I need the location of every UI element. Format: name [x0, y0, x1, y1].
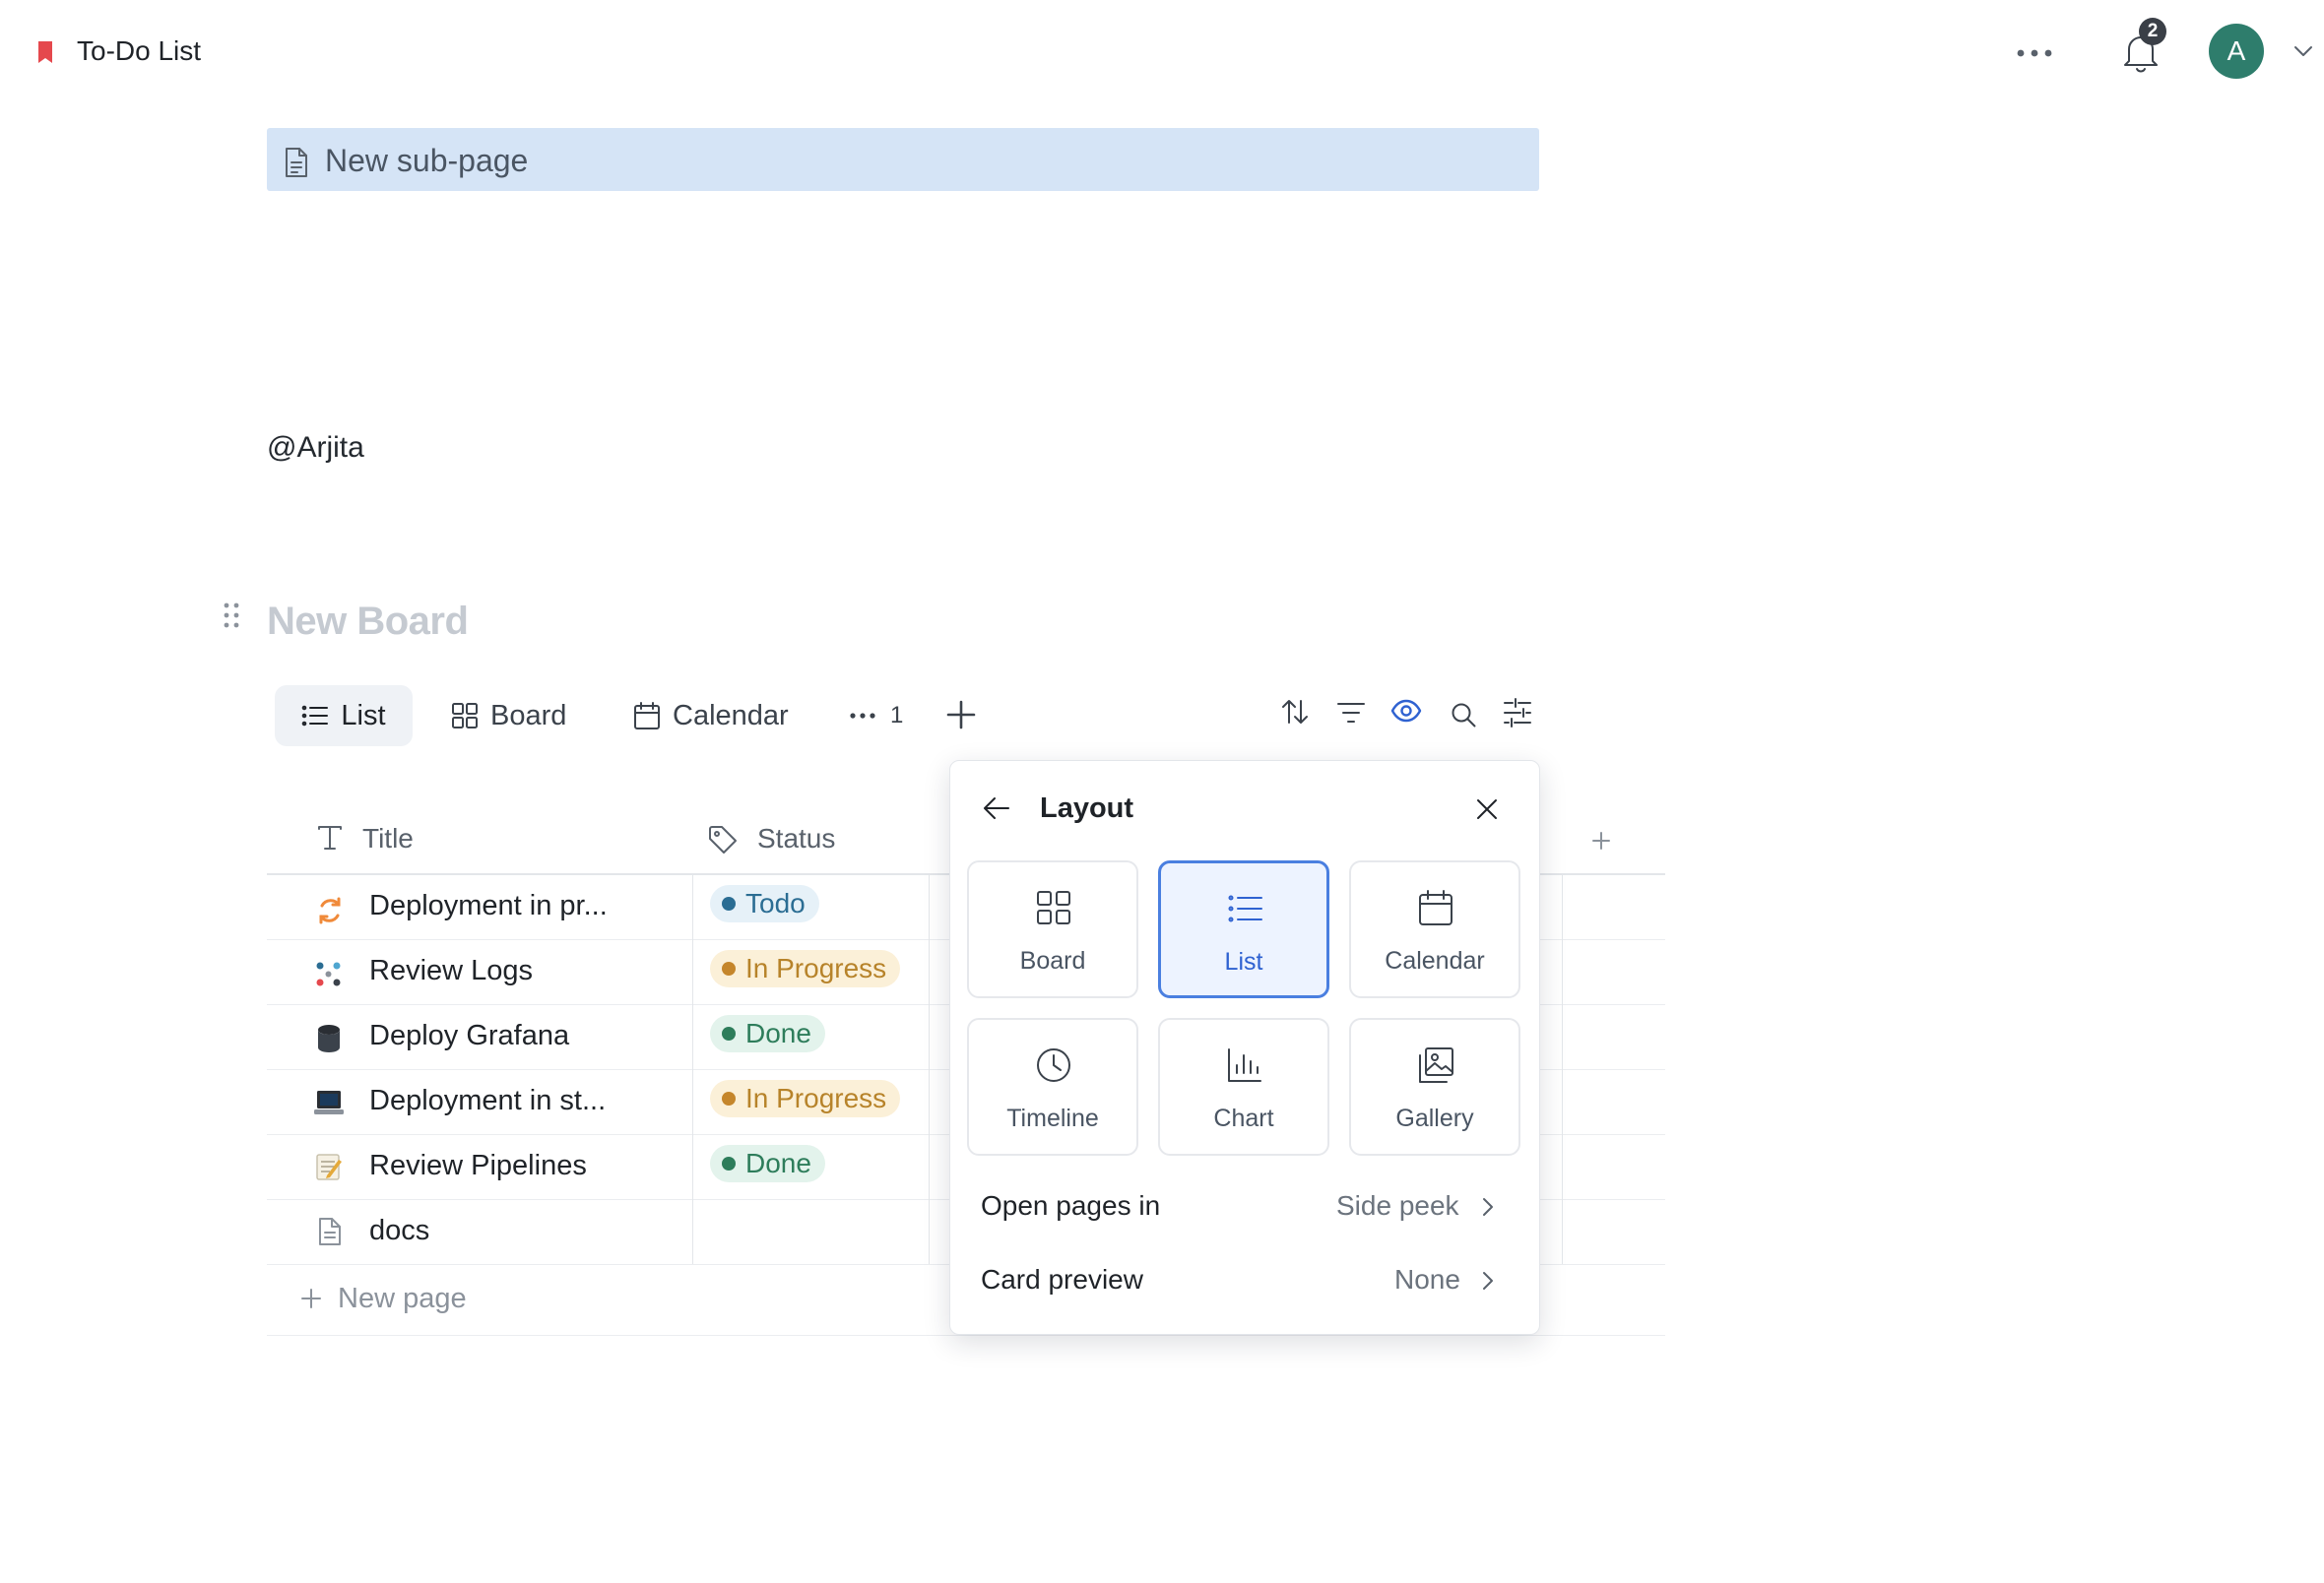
row-title[interactable]: Review Pipelines	[369, 1150, 587, 1182]
avatar[interactable]: A	[2209, 24, 2264, 79]
sync-icon	[315, 896, 345, 925]
board-icon	[451, 702, 479, 729]
settings-sliders-icon[interactable]	[1502, 697, 1533, 728]
status-dot	[722, 962, 736, 976]
board-title[interactable]: New Board	[267, 600, 469, 644]
status-dot	[722, 1092, 736, 1106]
drag-handle-icon[interactable]	[224, 602, 239, 628]
memo-icon	[315, 1152, 343, 1181]
row-title[interactable]: docs	[369, 1215, 429, 1247]
new-page-button[interactable]: New page	[338, 1283, 467, 1315]
more-icon	[849, 711, 876, 721]
open-pages-in-value: Side peek	[1336, 1190, 1459, 1221]
status-dot	[722, 1157, 736, 1171]
close-icon[interactable]	[1475, 797, 1499, 821]
tab-board-label: Board	[490, 699, 567, 731]
open-pages-in-label: Open pages in	[981, 1190, 1161, 1221]
subpage-label: New sub-page	[325, 143, 529, 178]
chevron-down-icon[interactable]	[2292, 43, 2314, 59]
layout-option-label: Gallery	[1395, 1105, 1474, 1132]
list-icon	[301, 704, 329, 728]
layout-option-gallery[interactable]: Gallery	[1349, 1018, 1520, 1156]
popover-title: Layout	[1040, 792, 1134, 824]
column-header-title[interactable]: Title	[362, 823, 414, 855]
more-views-button[interactable]: 1	[849, 685, 903, 746]
card-preview-label: Card preview	[981, 1264, 1143, 1295]
row-title[interactable]: Deployment in pr...	[369, 890, 608, 922]
filter-icon[interactable]	[1336, 701, 1366, 725]
status-dot	[722, 897, 736, 911]
search-icon[interactable]	[1450, 701, 1477, 728]
layout-option-chart[interactable]: Chart	[1158, 1018, 1329, 1156]
back-arrow-icon[interactable]	[983, 795, 1010, 821]
row-title[interactable]: Deploy Grafana	[369, 1020, 569, 1052]
layout-option-label: Timeline	[1006, 1105, 1099, 1132]
column-header-status[interactable]: Status	[757, 823, 835, 855]
status-label: Done	[745, 1148, 811, 1178]
row-title[interactable]: Deployment in st...	[369, 1085, 606, 1117]
status-badge[interactable]: In Progress	[710, 1080, 901, 1117]
layout-option-list[interactable]: List	[1158, 860, 1329, 998]
layout-option-label: Calendar	[1385, 947, 1485, 975]
notification-badge: 2	[2139, 18, 2166, 45]
tab-calendar-label: Calendar	[673, 699, 789, 731]
chevron-right-icon	[1481, 1196, 1495, 1218]
status-label: Done	[745, 1018, 811, 1048]
status-label: Todo	[745, 888, 806, 918]
plus-icon[interactable]	[300, 1288, 322, 1309]
document-icon	[317, 1217, 343, 1246]
dots-grid-icon	[315, 961, 343, 988]
page-title: To-Do List	[77, 35, 202, 66]
card-preview-value: None	[1394, 1264, 1460, 1295]
tab-board[interactable]: Board	[451, 685, 566, 746]
page-icon	[283, 147, 310, 178]
tab-list[interactable]: List	[275, 685, 413, 746]
visibility-eye-icon[interactable]	[1390, 699, 1422, 723]
row-title[interactable]: Review Logs	[369, 955, 533, 987]
laptop-icon	[313, 1089, 345, 1116]
status-badge[interactable]: Done	[710, 1145, 825, 1182]
status-dot	[722, 1027, 736, 1041]
status-label: In Progress	[745, 953, 887, 983]
add-column-icon[interactable]	[1591, 831, 1611, 851]
layout-option-timeline[interactable]: Timeline	[967, 1018, 1138, 1156]
tab-list-label: List	[341, 699, 386, 731]
tab-calendar[interactable]: Calendar	[633, 685, 789, 746]
layout-option-calendar[interactable]: Calendar	[1349, 860, 1520, 998]
status-badge[interactable]: In Progress	[710, 950, 901, 987]
more-options-icon[interactable]	[2015, 39, 2054, 67]
add-view-icon[interactable]	[945, 699, 977, 730]
tag-icon	[708, 825, 738, 855]
user-mention[interactable]: @Arjita	[267, 431, 364, 465]
layout-option-label: Board	[1019, 947, 1086, 975]
more-views-count: 1	[890, 702, 904, 728]
database-icon	[315, 1024, 343, 1053]
status-badge[interactable]: Todo	[710, 885, 819, 922]
chevron-right-icon	[1481, 1270, 1495, 1292]
bookmark-icon	[37, 40, 53, 64]
status-badge[interactable]: Done	[710, 1015, 825, 1052]
layout-option-board[interactable]: Board	[967, 860, 1138, 998]
status-label: In Progress	[745, 1083, 887, 1113]
layout-option-label: Chart	[1213, 1105, 1274, 1132]
sort-icon[interactable]	[1280, 697, 1310, 727]
layout-option-label: List	[1224, 948, 1263, 976]
calendar-icon	[633, 701, 661, 730]
text-type-icon	[317, 825, 343, 851]
